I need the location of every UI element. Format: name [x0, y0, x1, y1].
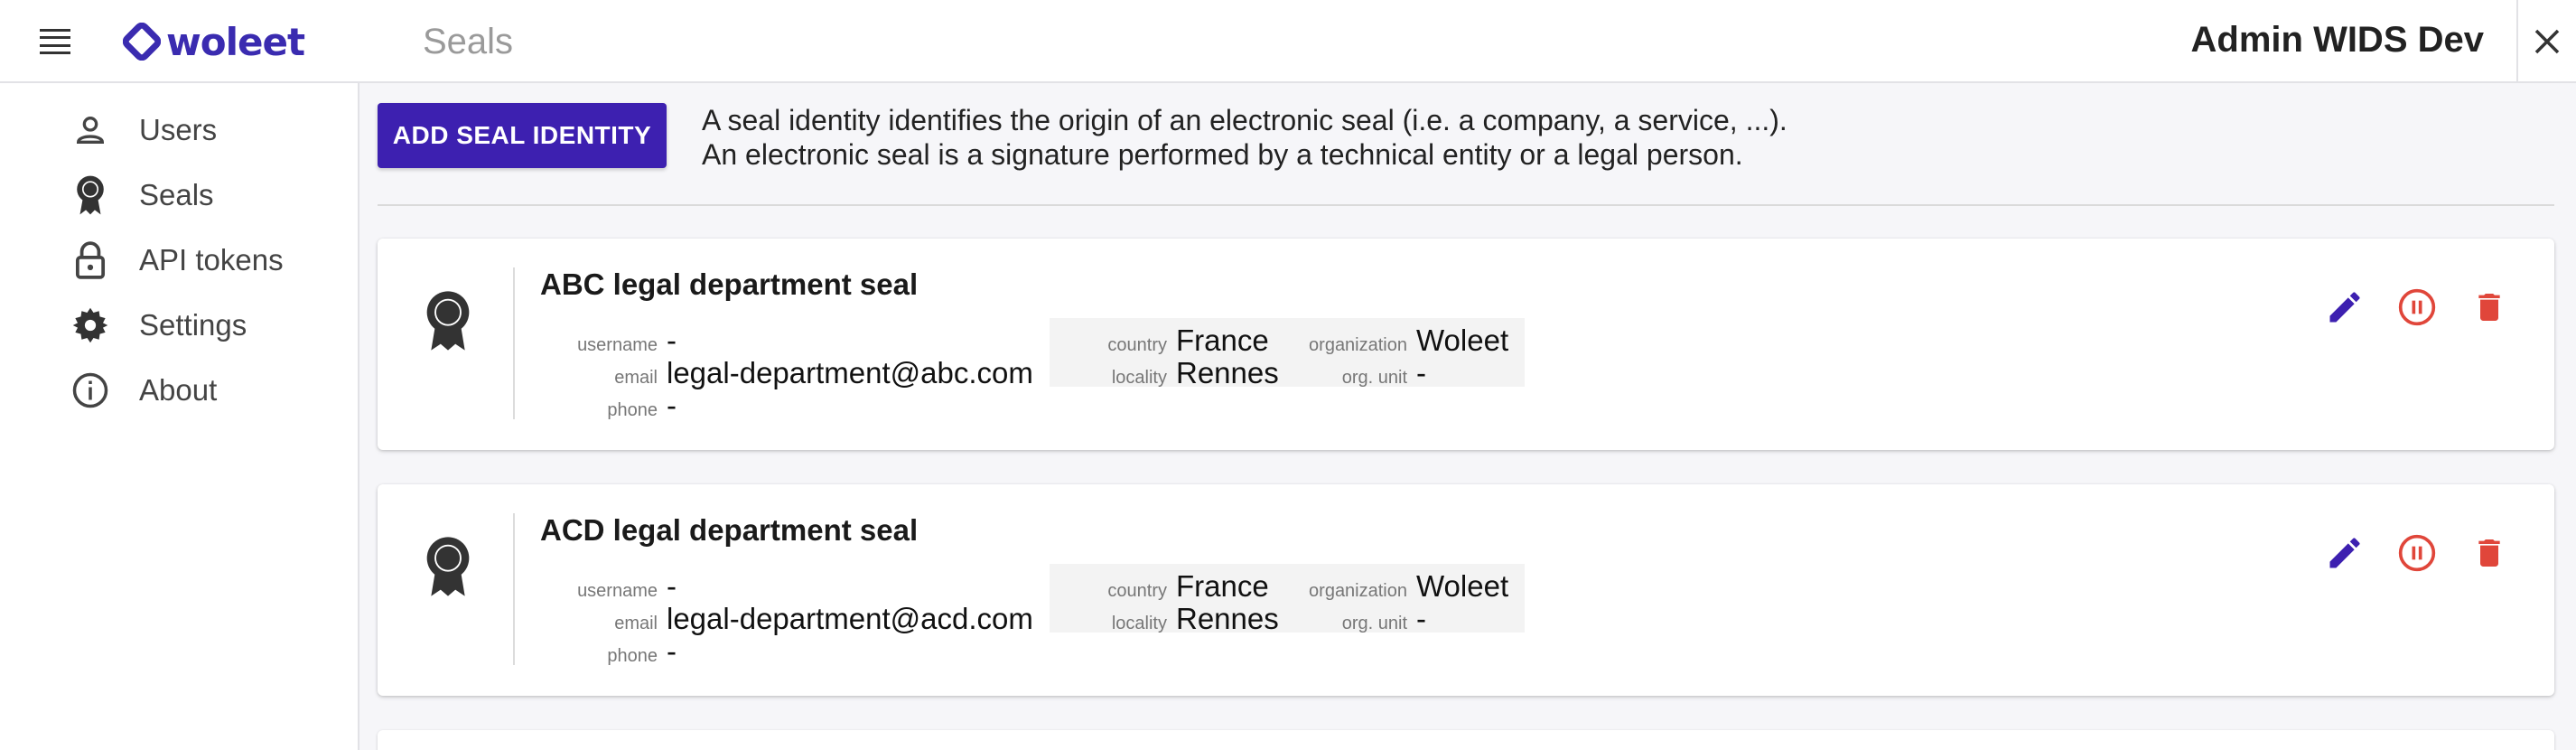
sidebar-item-seals[interactable]: Seals: [69, 170, 214, 220]
app-header: woleet Seals Admin WIDS Dev: [0, 0, 2576, 83]
field-org-unit: org. unit -: [1263, 356, 1426, 390]
separator: [513, 267, 515, 419]
field-label: username: [577, 581, 658, 601]
field-organization: organization Woleet: [1263, 569, 1508, 604]
field-phone: phone -: [540, 389, 677, 423]
sidebar-item-label: API tokens: [139, 243, 284, 277]
field-locality: locality Rennes: [1050, 602, 1279, 636]
divider: [378, 204, 2554, 206]
field-username: username -: [540, 323, 677, 358]
field-email: email legal-department@acd.com: [540, 602, 1033, 636]
field-value: -: [667, 389, 677, 422]
pause-circle-icon: [2398, 534, 2436, 572]
sidebar-item-about[interactable]: About: [69, 365, 217, 416]
gear-icon: [69, 304, 112, 347]
menu-icon[interactable]: [38, 25, 72, 58]
sidebar-item-label: Settings: [139, 308, 247, 342]
person-icon: [69, 108, 112, 152]
field-country: country France: [1050, 569, 1269, 604]
sidebar-item-users[interactable]: Users: [69, 105, 217, 155]
sidebar-item-settings[interactable]: Settings: [69, 300, 247, 351]
seal-icon: [426, 291, 470, 351]
field-label: organization: [1309, 335, 1407, 355]
sidebar-item-api-tokens[interactable]: API tokens: [69, 235, 284, 286]
field-value: Woleet: [1416, 569, 1509, 603]
sidebar-item-label: About: [139, 373, 218, 407]
delete-button[interactable]: [2464, 528, 2515, 578]
pencil-icon: [2329, 292, 2360, 323]
field-value: -: [667, 569, 677, 603]
field-label: email: [614, 614, 658, 633]
pause-button[interactable]: [2392, 528, 2442, 578]
page-title: Seals: [423, 22, 514, 61]
info-icon: [69, 369, 112, 412]
field-value: -: [1416, 602, 1426, 635]
edit-button[interactable]: [2319, 528, 2370, 578]
pause-button[interactable]: [2392, 282, 2442, 333]
seal-card: ABC legal department seal username - ema…: [378, 239, 2554, 450]
field-label: phone: [607, 646, 658, 666]
logo-diamond-icon: [123, 23, 161, 61]
seal-card: ACD legal department seal username - ema…: [378, 484, 2554, 696]
trash-icon: [2478, 294, 2500, 321]
seal-title: ABC legal department seal: [540, 267, 919, 301]
logo-text: woleet: [166, 19, 305, 64]
seal-icon: [426, 537, 470, 596]
field-label: organization: [1309, 581, 1407, 601]
field-value: Woleet: [1416, 323, 1509, 357]
field-value: France: [1176, 323, 1269, 357]
field-phone: phone -: [540, 634, 677, 669]
field-country: country France: [1050, 323, 1269, 358]
field-value: France: [1176, 569, 1269, 603]
seal-card: [378, 730, 2554, 750]
seal-icon: [69, 173, 112, 217]
intro-text: A seal identity identifies the origin of…: [702, 103, 1787, 172]
field-label: org. unit: [1341, 614, 1407, 633]
pause-circle-icon: [2398, 288, 2436, 326]
close-button[interactable]: [2516, 0, 2576, 83]
sidebar-item-label: Users: [139, 113, 218, 146]
close-icon: [2534, 29, 2560, 54]
sidebar-item-label: Seals: [139, 178, 214, 211]
field-label: country: [1107, 581, 1167, 601]
field-value: legal-department@abc.com: [667, 356, 1033, 389]
intro-line: A seal identity identifies the origin of…: [702, 104, 1787, 136]
lock-icon: [69, 239, 112, 282]
field-label: email: [614, 368, 658, 388]
field-username: username -: [540, 569, 677, 604]
sidebar: Users Seals API tokens Settings About: [0, 83, 359, 750]
field-locality: locality Rennes: [1050, 356, 1279, 390]
edit-button[interactable]: [2319, 282, 2370, 333]
field-label: phone: [607, 400, 658, 420]
seal-title: ACD legal department seal: [540, 513, 919, 547]
field-value: legal-department@acd.com: [667, 602, 1033, 635]
field-value: -: [667, 634, 677, 668]
woleet-logo[interactable]: woleet: [123, 16, 305, 67]
field-organization: organization Woleet: [1263, 323, 1508, 358]
field-label: locality: [1111, 614, 1167, 633]
add-seal-identity-button[interactable]: ADD SEAL IDENTITY: [378, 103, 667, 168]
field-value: -: [667, 323, 677, 357]
user-name: Admin WIDS Dev: [2190, 20, 2484, 60]
field-label: country: [1107, 335, 1167, 355]
field-org-unit: org. unit -: [1263, 602, 1426, 636]
trash-icon: [2478, 539, 2500, 567]
delete-button[interactable]: [2464, 282, 2515, 333]
intro-line: An electronic seal is a signature perfor…: [702, 138, 1743, 171]
pencil-icon: [2329, 538, 2360, 568]
field-label: locality: [1111, 368, 1167, 388]
field-label: org. unit: [1341, 368, 1407, 388]
separator: [513, 513, 515, 665]
field-value: -: [1416, 356, 1426, 389]
field-label: username: [577, 335, 658, 355]
field-email: email legal-department@abc.com: [540, 356, 1033, 390]
